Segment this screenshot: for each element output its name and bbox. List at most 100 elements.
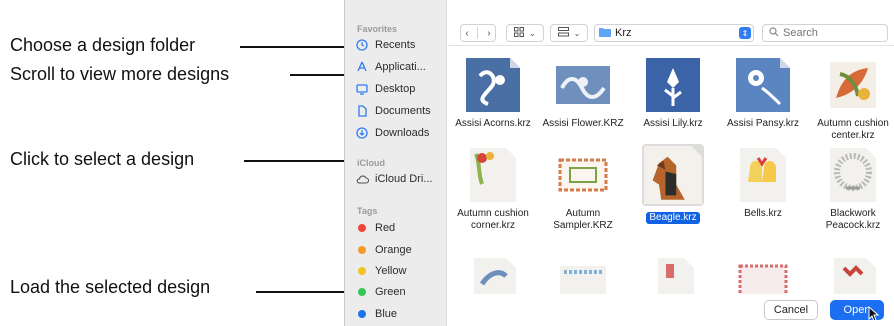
file-item[interactable]: Autumn Sampler.KRZ (538, 148, 628, 232)
tag-color-dot (358, 246, 366, 254)
sidebar-tag-red[interactable]: Red (355, 219, 395, 237)
file-item[interactable]: Assisi Pansy.krz (718, 58, 808, 130)
file-grid[interactable]: Assisi Acorns.krz Assisi Flower.KRZ Assi… (448, 58, 894, 294)
chevron-down-icon: ⌄ (573, 28, 581, 38)
sidebar-item-documents[interactable]: Documents (355, 102, 431, 120)
callout-click-select: Click to select a design (10, 149, 195, 169)
clock-icon (355, 38, 369, 52)
sidebar-item-downloads[interactable]: Downloads (355, 124, 429, 142)
file-name: Blackwork Peacock.krz (825, 208, 881, 231)
group-icon (557, 26, 569, 40)
file-item[interactable] (808, 258, 894, 294)
icon-view-icon (514, 26, 525, 40)
file-item[interactable] (718, 258, 808, 294)
file-name: Assisi Flower.KRZ (542, 118, 624, 129)
sidebar-item-label: Downloads (375, 127, 430, 139)
design-thumbnail (470, 148, 516, 202)
file-item[interactable] (628, 258, 718, 294)
file-name: Autumn cushion center.krz (817, 118, 889, 141)
search-field[interactable] (762, 24, 888, 42)
sidebar-item-label: Red (375, 222, 396, 234)
desktop-icon (355, 82, 369, 96)
group-by-button[interactable]: ⌄ (550, 24, 588, 42)
folder-icon (599, 27, 611, 40)
document-icon (355, 104, 369, 118)
file-item[interactable]: Assisi Acorns.krz (448, 58, 538, 130)
design-thumbnail (830, 62, 876, 108)
tag-color-dot (358, 267, 366, 275)
file-browser: ‹ › ⌄ ⌄ Krz ⇕ Search Assisi Acorns.krz A… (448, 0, 894, 326)
tag-color-dot (358, 224, 366, 232)
chevron-down-icon: ⌄ (529, 28, 536, 38)
callout-scroll: Scroll to view more designs (10, 64, 230, 84)
callout-choose-folder: Choose a design folder (10, 35, 196, 55)
design-thumbnail (740, 148, 786, 202)
selected-thumbnail-frame (642, 144, 704, 206)
sidebar-item-applications[interactable]: Applicati... (355, 58, 426, 76)
design-thumbnail (558, 158, 608, 192)
design-thumbnail (646, 58, 700, 112)
sidebar-item-label: Orange (375, 244, 412, 256)
sidebar-item-label: Blue (375, 308, 398, 320)
file-name: Assisi Lily.krz (643, 118, 703, 129)
file-item[interactable]: Beagle.krz (628, 144, 718, 225)
tag-color-dot (358, 310, 366, 318)
sidebar-item-label: Documents (375, 105, 431, 117)
sidebar-section-tags: Tags (357, 206, 378, 216)
download-icon (355, 126, 369, 140)
file-item[interactable]: Assisi Flower.KRZ (538, 58, 628, 130)
file-name: Autumn Sampler.KRZ (553, 208, 613, 231)
view-mode-button[interactable]: ⌄ (506, 24, 544, 42)
toolbar: ‹ › ⌄ ⌄ Krz ⇕ (448, 0, 894, 46)
tag-color-dot (358, 288, 366, 296)
file-item[interactable] (448, 258, 538, 294)
sidebar-item-recents[interactable]: Recents (355, 36, 415, 54)
sidebar-item-label: Desktop (375, 83, 416, 95)
file-name: Assisi Acorns.krz (455, 118, 531, 129)
chevron-left-icon[interactable]: ‹ (465, 28, 468, 39)
file-name: Bells.krz (744, 208, 782, 219)
sidebar-item-label: Yellow (375, 265, 407, 277)
sidebar-section-icloud: iCloud (357, 158, 385, 168)
open-file-dialog: Favorites Recents Applicati... Desktop D… (344, 0, 894, 326)
file-name-selected: Beagle.krz (646, 212, 700, 224)
sidebar-item-icloud-drive[interactable]: iCloud Dri... (355, 170, 432, 188)
folder-name: Krz (615, 27, 632, 39)
file-name: Autumn cushion corner.krz (457, 208, 529, 231)
design-thumbnail (466, 58, 520, 112)
sidebar-item-label: Green (375, 286, 406, 298)
folder-path-popup[interactable]: Krz ⇕ (594, 24, 754, 42)
file-item[interactable] (538, 258, 628, 294)
design-thumbnail (644, 146, 702, 204)
design-thumbnail (658, 258, 694, 294)
search-input[interactable] (783, 27, 879, 39)
nav-buttons: ‹ › (460, 24, 496, 42)
applications-icon (355, 60, 369, 74)
file-item[interactable]: Bells.krz (718, 148, 808, 220)
dialog-footer: Cancel Open (448, 294, 894, 326)
design-thumbnail (830, 148, 876, 202)
design-thumbnail (556, 66, 610, 104)
file-item[interactable]: Autumn cushion corner.krz (448, 148, 538, 232)
search-icon (769, 26, 779, 40)
file-item[interactable]: Assisi Lily.krz (628, 58, 718, 130)
sidebar-tag-green[interactable]: Green (355, 283, 406, 301)
cancel-button[interactable]: Cancel (764, 300, 818, 320)
file-item[interactable]: Blackwork Peacock.krz (808, 148, 894, 232)
mouse-cursor-icon (868, 306, 880, 322)
design-thumbnail (834, 258, 876, 294)
file-item[interactable]: Autumn cushion center.krz (808, 58, 894, 142)
sidebar-section-favorites: Favorites (357, 24, 398, 34)
sidebar-tag-yellow[interactable]: Yellow (355, 262, 406, 280)
sidebar-item-desktop[interactable]: Desktop (355, 80, 415, 98)
sidebar-item-label: Applicati... (375, 61, 426, 73)
design-thumbnail (736, 58, 790, 112)
updown-arrow-icon: ⇕ (739, 27, 751, 39)
sidebar-tag-orange[interactable]: Orange (355, 241, 412, 259)
chevron-right-icon[interactable]: › (487, 28, 490, 39)
sidebar-tag-blue[interactable]: Blue (355, 305, 397, 323)
design-thumbnail (560, 266, 606, 294)
callout-load: Load the selected design (10, 277, 211, 297)
design-thumbnail (474, 258, 516, 294)
cloud-icon (355, 172, 369, 186)
